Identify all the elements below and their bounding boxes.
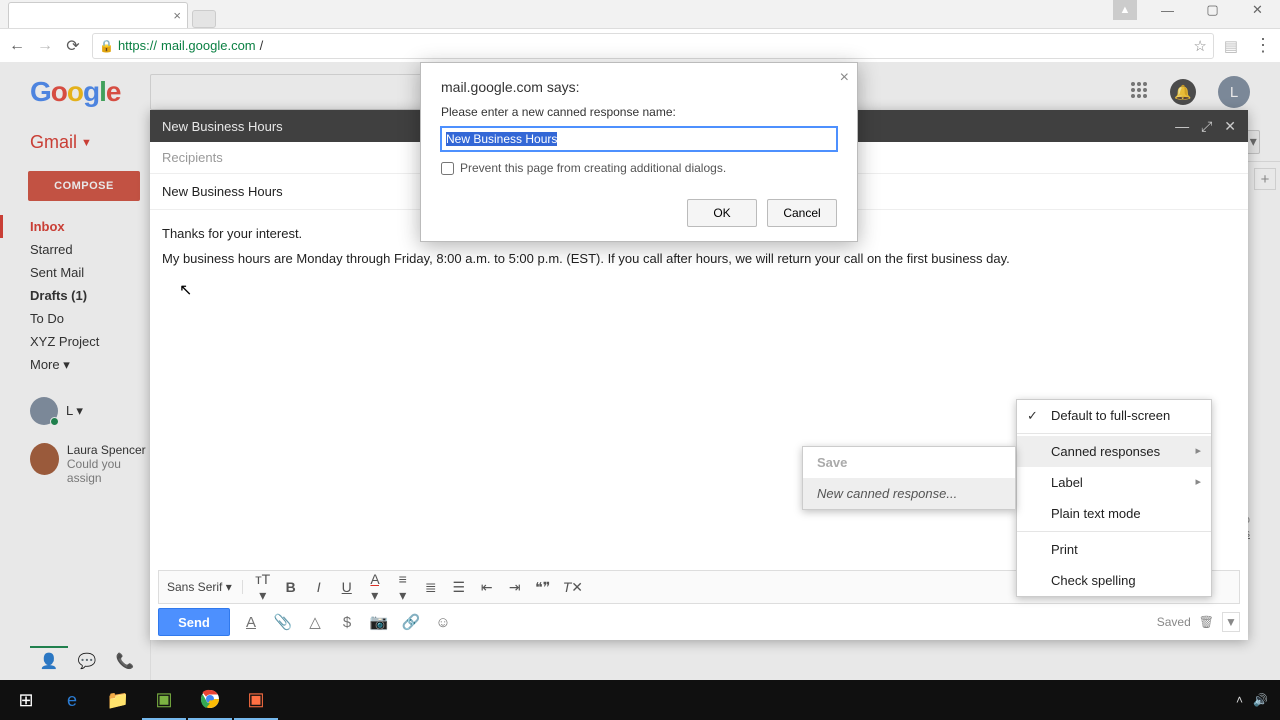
window-minimize[interactable]: — [1145, 0, 1190, 20]
url-host: mail.google.com [161, 38, 256, 53]
saved-status: Saved [1157, 615, 1191, 629]
menu-check-spelling[interactable]: Check spelling [1017, 565, 1211, 596]
edge-icon[interactable]: e [50, 680, 94, 720]
tray-volume-icon[interactable]: 🔊 [1253, 693, 1268, 707]
emoji-icon[interactable]: ☺ [432, 614, 454, 631]
menu-print[interactable]: Print [1017, 534, 1211, 565]
money-icon[interactable]: $ [336, 614, 358, 631]
windows-taskbar: ⊞ e 📁 ▣ ▣ ˄ 🔊 [0, 680, 1280, 720]
window-close[interactable]: ✕ [1235, 0, 1280, 20]
dialog-input[interactable] [441, 127, 837, 151]
url-path: / [260, 38, 264, 53]
link-icon[interactable]: 🔗 [400, 613, 422, 631]
nav-reload-icon[interactable]: ⟳ [64, 36, 82, 56]
menu-label[interactable]: Label [1017, 467, 1211, 498]
app-icon-orange[interactable]: ▣ [234, 680, 278, 720]
text-color-icon[interactable]: A ▾ [367, 571, 383, 604]
italic-icon[interactable]: I [311, 579, 327, 595]
chrome-menu-icon[interactable]: ⋮ [1254, 35, 1272, 56]
url-scheme: https:// [118, 38, 157, 53]
address-bar[interactable]: 🔒 https:// mail.google.com / ☆ [92, 33, 1214, 59]
new-tab-button[interactable] [192, 10, 216, 28]
prevent-label: Prevent this page from creating addition… [460, 161, 726, 175]
dialog-origin: mail.google.com says: [441, 79, 837, 95]
send-button[interactable]: Send [158, 608, 230, 636]
dialog-cancel-button[interactable]: Cancel [767, 199, 837, 227]
start-button[interactable]: ⊞ [4, 680, 48, 720]
drive-icon[interactable]: △ [304, 613, 326, 631]
canned-new-response[interactable]: New canned response... [803, 478, 1015, 509]
lock-icon: 🔒 [99, 39, 114, 53]
compose-popout-icon[interactable]: ⤢ [1201, 118, 1212, 135]
compose-actions: Send A 📎 △ $ 📷 🔗 ☺ Saved 🗑 ▼ [150, 604, 1248, 640]
numbered-list-icon[interactable]: ≣ [423, 579, 439, 596]
menu-default-fullscreen[interactable]: Default to full-screen [1017, 400, 1211, 431]
canned-responses-submenu: Save New canned response... [802, 446, 1016, 510]
compose-minimize-icon[interactable]: — [1175, 118, 1189, 135]
more-options-button[interactable]: ▼ [1222, 612, 1240, 632]
browser-tab[interactable]: × [8, 2, 188, 28]
file-explorer-icon[interactable]: 📁 [96, 680, 140, 720]
tab-close-icon[interactable]: × [173, 8, 181, 23]
clear-format-icon[interactable]: T✕ [563, 579, 579, 596]
align-icon[interactable]: ≡ ▾ [395, 571, 411, 604]
underline-icon[interactable]: U [339, 579, 355, 595]
dialog-close-icon[interactable]: × [840, 69, 849, 87]
nav-back-icon[interactable]: ← [8, 37, 26, 55]
indent-less-icon[interactable]: ⇤ [479, 579, 495, 596]
tray-chevron-icon[interactable]: ˄ [1236, 693, 1243, 707]
js-prompt-dialog: × mail.google.com says: Please enter a n… [420, 62, 858, 242]
bullet-list-icon[interactable]: ☰ [451, 579, 467, 596]
quote-icon[interactable]: ❝❞ [535, 579, 551, 596]
more-options-menu: Default to full-screen Canned responses … [1016, 399, 1212, 597]
nav-forward-icon: → [36, 37, 54, 55]
discard-icon[interactable]: 🗑 [1199, 615, 1214, 629]
indent-more-icon[interactable]: ⇥ [507, 579, 523, 596]
app-icon-green[interactable]: ▣ [142, 680, 186, 720]
dialog-prevent-checkbox[interactable]: Prevent this page from creating addition… [441, 161, 837, 175]
reader-icon[interactable]: ▤ [1224, 37, 1238, 55]
prevent-checkbox[interactable] [441, 162, 454, 175]
compose-title-text: New Business Hours [162, 119, 283, 134]
font-select[interactable]: Sans Serif ▾ [167, 580, 243, 594]
chrome-icon[interactable] [188, 680, 232, 720]
chrome-profile-icon[interactable]: ▲ [1113, 0, 1137, 20]
photo-icon[interactable]: 📷 [368, 613, 390, 631]
attach-icon[interactable]: 📎 [272, 613, 294, 631]
canned-save-header: Save [803, 447, 1015, 478]
compose-close-icon[interactable]: ✕ [1224, 118, 1236, 135]
body-line: My business hours are Monday through Fri… [162, 247, 1236, 272]
dialog-message: Please enter a new canned response name: [441, 105, 837, 119]
window-maximize[interactable]: ▢ [1190, 0, 1235, 20]
font-size-icon[interactable]: тT ▾ [255, 571, 271, 604]
formatting-toggle-icon[interactable]: A [240, 614, 262, 631]
bookmark-star-icon[interactable]: ☆ [1193, 37, 1206, 55]
browser-chrome: ▲ — ▢ ✕ × ← → ⟳ 🔒 https:// mail.google.co… [0, 0, 1280, 62]
menu-canned-responses[interactable]: Canned responses [1017, 436, 1211, 467]
dialog-ok-button[interactable]: OK [687, 199, 757, 227]
menu-plain-text[interactable]: Plain text mode [1017, 498, 1211, 529]
bold-icon[interactable]: B [283, 579, 299, 595]
